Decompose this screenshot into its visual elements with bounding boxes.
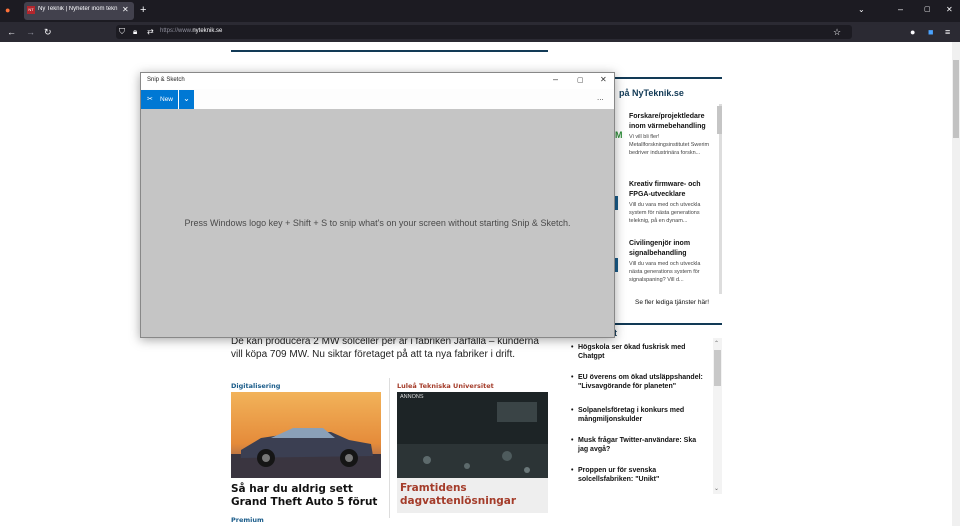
ad-kicker[interactable]: Luleå Tekniska Universitet [397,382,494,390]
job-desc: Vi vill bli fler! Metallforskningsinstit… [629,134,710,156]
chevron-down-icon: ⌄ [183,94,190,103]
news-item[interactable]: Musk frågar Twitter-användare: Ska jag a… [571,436,705,454]
snip-title: Snip & Sketch [147,77,185,83]
permissions-icon[interactable]: ⇄ [147,27,154,37]
close-tab-icon[interactable]: ✕ [122,5,129,15]
snip-maximize-icon[interactable]: ▢ [577,76,584,84]
account-icon[interactable]: ● [910,27,915,37]
favicon: NT [27,6,35,14]
url-bar[interactable] [116,25,852,39]
reload-icon[interactable]: ↻ [44,27,52,37]
new-dropdown-button[interactable]: ⌄ [179,90,194,109]
card-title[interactable]: Så har du aldrig sett Grand Theft Auto 5… [231,483,381,509]
page-scrollbar-thumb[interactable] [953,60,959,138]
scroll-down-icon[interactable]: ⌄ [714,485,719,492]
swerim-logo: M [615,130,623,140]
lock-icon[interactable]: 🔒︎ [133,27,137,37]
job-item[interactable]: Civilingenjör inom signalbehandling Vill… [629,239,711,284]
more-options-icon[interactable]: ... [597,93,604,102]
restore-icon[interactable]: ▢ [924,5,931,15]
minimize-icon[interactable]: – [898,4,903,14]
new-snip-button[interactable]: ✂ New [141,90,178,109]
card-kicker[interactable]: Digitalisering [231,382,280,390]
news-item[interactable]: Solpanelsföretag i konkurs med mångmiljo… [571,406,705,424]
news-scroll-thumb[interactable] [714,350,721,386]
close-window-icon[interactable]: ✕ [946,5,953,15]
premium-kicker[interactable]: Premium [231,516,264,524]
snip-minimize-icon[interactable]: – [553,74,558,84]
jobs-title: på NyTeknik.se [619,88,684,98]
menu-icon[interactable]: ≡ [945,27,950,37]
snip-icon: ✂ [147,96,153,103]
new-tab-icon[interactable]: + [140,5,146,16]
job-item[interactable]: Kreativ firmware- och FPGA-utvecklare Vi… [629,180,711,225]
list-tabs-icon[interactable]: ⌄ [858,5,865,15]
firefox-icon[interactable]: ● [5,5,10,15]
job-desc: Vill du vara med och utveckla nästa gene… [629,261,701,283]
snip-toolbar [141,89,614,109]
tab-bar: ● NT Ny Teknik | Nyheter inom tekn ✕ + ⌄… [0,0,960,22]
card-divider [389,378,390,518]
new-label: New [160,96,174,103]
jobs-more-link[interactable]: Se fler lediga tjänster här! [635,299,709,306]
back-icon[interactable]: ← [7,27,16,37]
snip-hint-text: Press Windows logo key + Shift + S to sn… [184,218,571,228]
ad-badge: ANNONS [400,394,424,400]
snip-close-icon[interactable]: ✕ [600,75,607,84]
tab-title: Ny Teknik | Nyheter inom tekn [38,6,118,12]
forward-icon[interactable]: → [26,27,35,37]
news-item[interactable]: Högskola ser ökad fuskrisk med Chatgpt [571,343,705,361]
article-lead[interactable]: De kan producera 2 MW solceller per år i… [231,335,551,361]
ad-title[interactable]: Framtidens dagvattenlösningar [397,478,548,508]
bookmark-star-icon[interactable]: ☆ [833,27,841,37]
news-item[interactable]: EU överens om ökad utsläppshandel: "Livs… [571,373,705,391]
news-item[interactable]: Proppen ur för svenska solcellsfabriken:… [571,466,705,484]
rain-image: ANNONS [397,392,548,478]
snip-titlebar[interactable] [141,73,614,89]
url-text[interactable]: https://www.nyteknik.se [160,28,222,34]
shield-icon[interactable]: ⛉ [119,27,125,37]
snip-sketch-window[interactable]: Snip & Sketch – ▢ ✕ ✂ New ⌄ ... Press Wi… [140,72,615,338]
scroll-up-icon[interactable]: ⌃ [714,340,719,347]
gta-car-image[interactable] [231,392,381,478]
job-item[interactable]: Forskare/projektledare inom värmebehandl… [629,112,711,157]
ad-card[interactable]: ANNONS Framtidens dagvattenlösningar [397,392,548,513]
job-title[interactable]: Civilingenjör inom signalbehandling [629,239,711,259]
extension-icon[interactable]: ■ [928,27,933,37]
section-rule [231,50,548,52]
job-title[interactable]: Forskare/projektledare inom värmebehandl… [629,112,711,132]
job-title[interactable]: Kreativ firmware- och FPGA-utvecklare [629,180,711,200]
job-desc: Vill du vara med och utveckla system för… [629,202,701,224]
jobs-scroll-thumb[interactable] [717,106,722,134]
